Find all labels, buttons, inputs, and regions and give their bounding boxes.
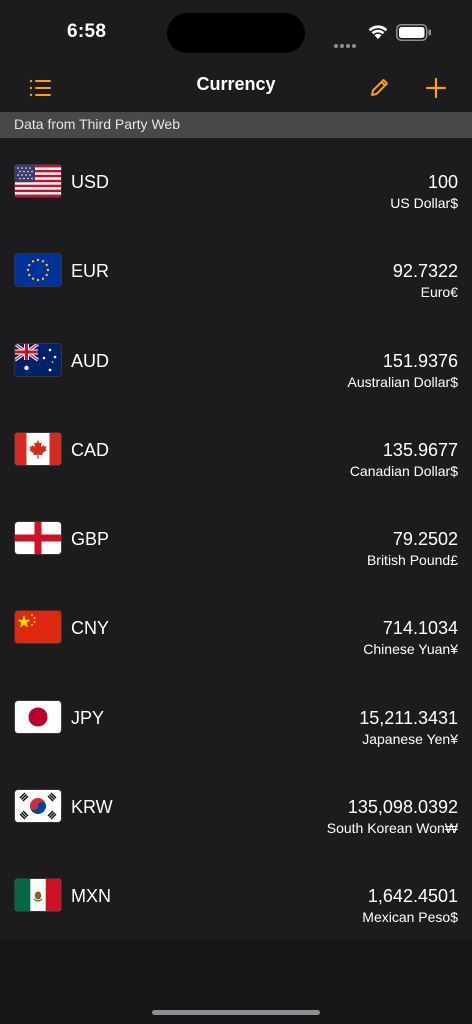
ca-flag-icon <box>15 432 61 465</box>
currency-value: 135.9677 <box>382 439 458 460</box>
currency-row-krw[interactable]: KRW 135,098.0392 South Korean Won₩ <box>0 763 472 852</box>
navigation-bar: Currency <box>0 64 472 112</box>
wifi-icon <box>366 22 390 40</box>
currency-name: British Pound£ <box>366 552 458 569</box>
battery-icon <box>396 24 432 41</box>
currency-code: CAD <box>71 439 110 460</box>
currency-name: South Korean Won₩ <box>326 820 458 837</box>
currency-value: 151.9376 <box>382 350 458 371</box>
status-bar: 6:58 <box>0 0 472 64</box>
currency-row-aud[interactable]: AUD 151.9376 Australian Dollar$ <box>0 317 472 406</box>
eu-flag-icon <box>15 254 61 287</box>
currency-name: Chinese Yuan¥ <box>363 641 458 658</box>
currency-value: 92.7322 <box>392 261 458 282</box>
currency-row-gbp[interactable]: GBP 79.2502 British Pound£ <box>0 495 472 584</box>
currency-code: GBP <box>71 529 110 550</box>
status-time: 6:58 <box>67 21 107 42</box>
currency-list: USD 100 US Dollar$ EUR 92.7322 Euro€ AUD… <box>0 138 472 940</box>
currency-name: US Dollar$ <box>390 195 458 211</box>
currency-row-cad[interactable]: CAD 135.9677 Canadian Dollar$ <box>0 406 472 495</box>
mx-flag-icon <box>15 879 61 912</box>
currency-row-eur[interactable]: EUR 92.7322 Euro€ <box>0 227 472 316</box>
currency-name: Euro€ <box>420 284 458 301</box>
cellular-signal-icon <box>334 35 360 48</box>
currency-value: 1,642.4501 <box>367 886 458 907</box>
data-source-text: Data from Third Party Web <box>14 116 180 132</box>
cn-flag-icon <box>15 611 61 644</box>
plus-icon <box>426 78 446 98</box>
currency-value: 135,098.0392 <box>347 797 458 818</box>
data-source-banner: Data from Third Party Web <box>0 112 472 138</box>
us-flag-icon <box>15 165 61 197</box>
currency-code: MXN <box>71 886 111 907</box>
currency-value: 100 <box>427 172 458 192</box>
au-flag-icon <box>15 343 61 376</box>
currency-row-jpy[interactable]: JPY 15,211.3431 Japanese Yen¥ <box>0 674 472 763</box>
currency-row-cny[interactable]: CNY 714.1034 Chinese Yuan¥ <box>0 584 472 673</box>
currency-code: KRW <box>71 797 113 818</box>
page-title: Currency <box>196 74 276 94</box>
currency-value: 15,211.3431 <box>359 707 458 728</box>
currency-row-usd[interactable]: USD 100 US Dollar$ <box>0 138 472 227</box>
currency-code: AUD <box>71 350 110 371</box>
dynamic-island <box>167 13 305 53</box>
currency-value: 714.1034 <box>382 618 458 639</box>
currency-value: 79.2502 <box>392 529 458 550</box>
currency-code: CNY <box>71 618 110 639</box>
add-button[interactable] <box>420 72 452 104</box>
currency-row-mxn[interactable]: MXN 1,642.4501 Mexican Peso$ <box>0 852 472 941</box>
pencil-icon <box>371 79 388 96</box>
currency-name: Australian Dollar$ <box>347 373 459 390</box>
currency-code: USD <box>71 172 110 192</box>
currency-code: JPY <box>71 707 105 728</box>
gb-flag-icon <box>15 522 61 555</box>
currency-code: EUR <box>71 261 110 282</box>
kr-flag-icon <box>15 790 61 823</box>
jp-flag-icon <box>15 700 61 733</box>
currency-name: Canadian Dollar$ <box>349 462 458 479</box>
home-indicator[interactable] <box>152 1010 320 1015</box>
currency-name: Mexican Peso$ <box>362 909 458 926</box>
edit-button[interactable] <box>363 72 395 104</box>
currency-name: Japanese Yen¥ <box>362 730 458 747</box>
